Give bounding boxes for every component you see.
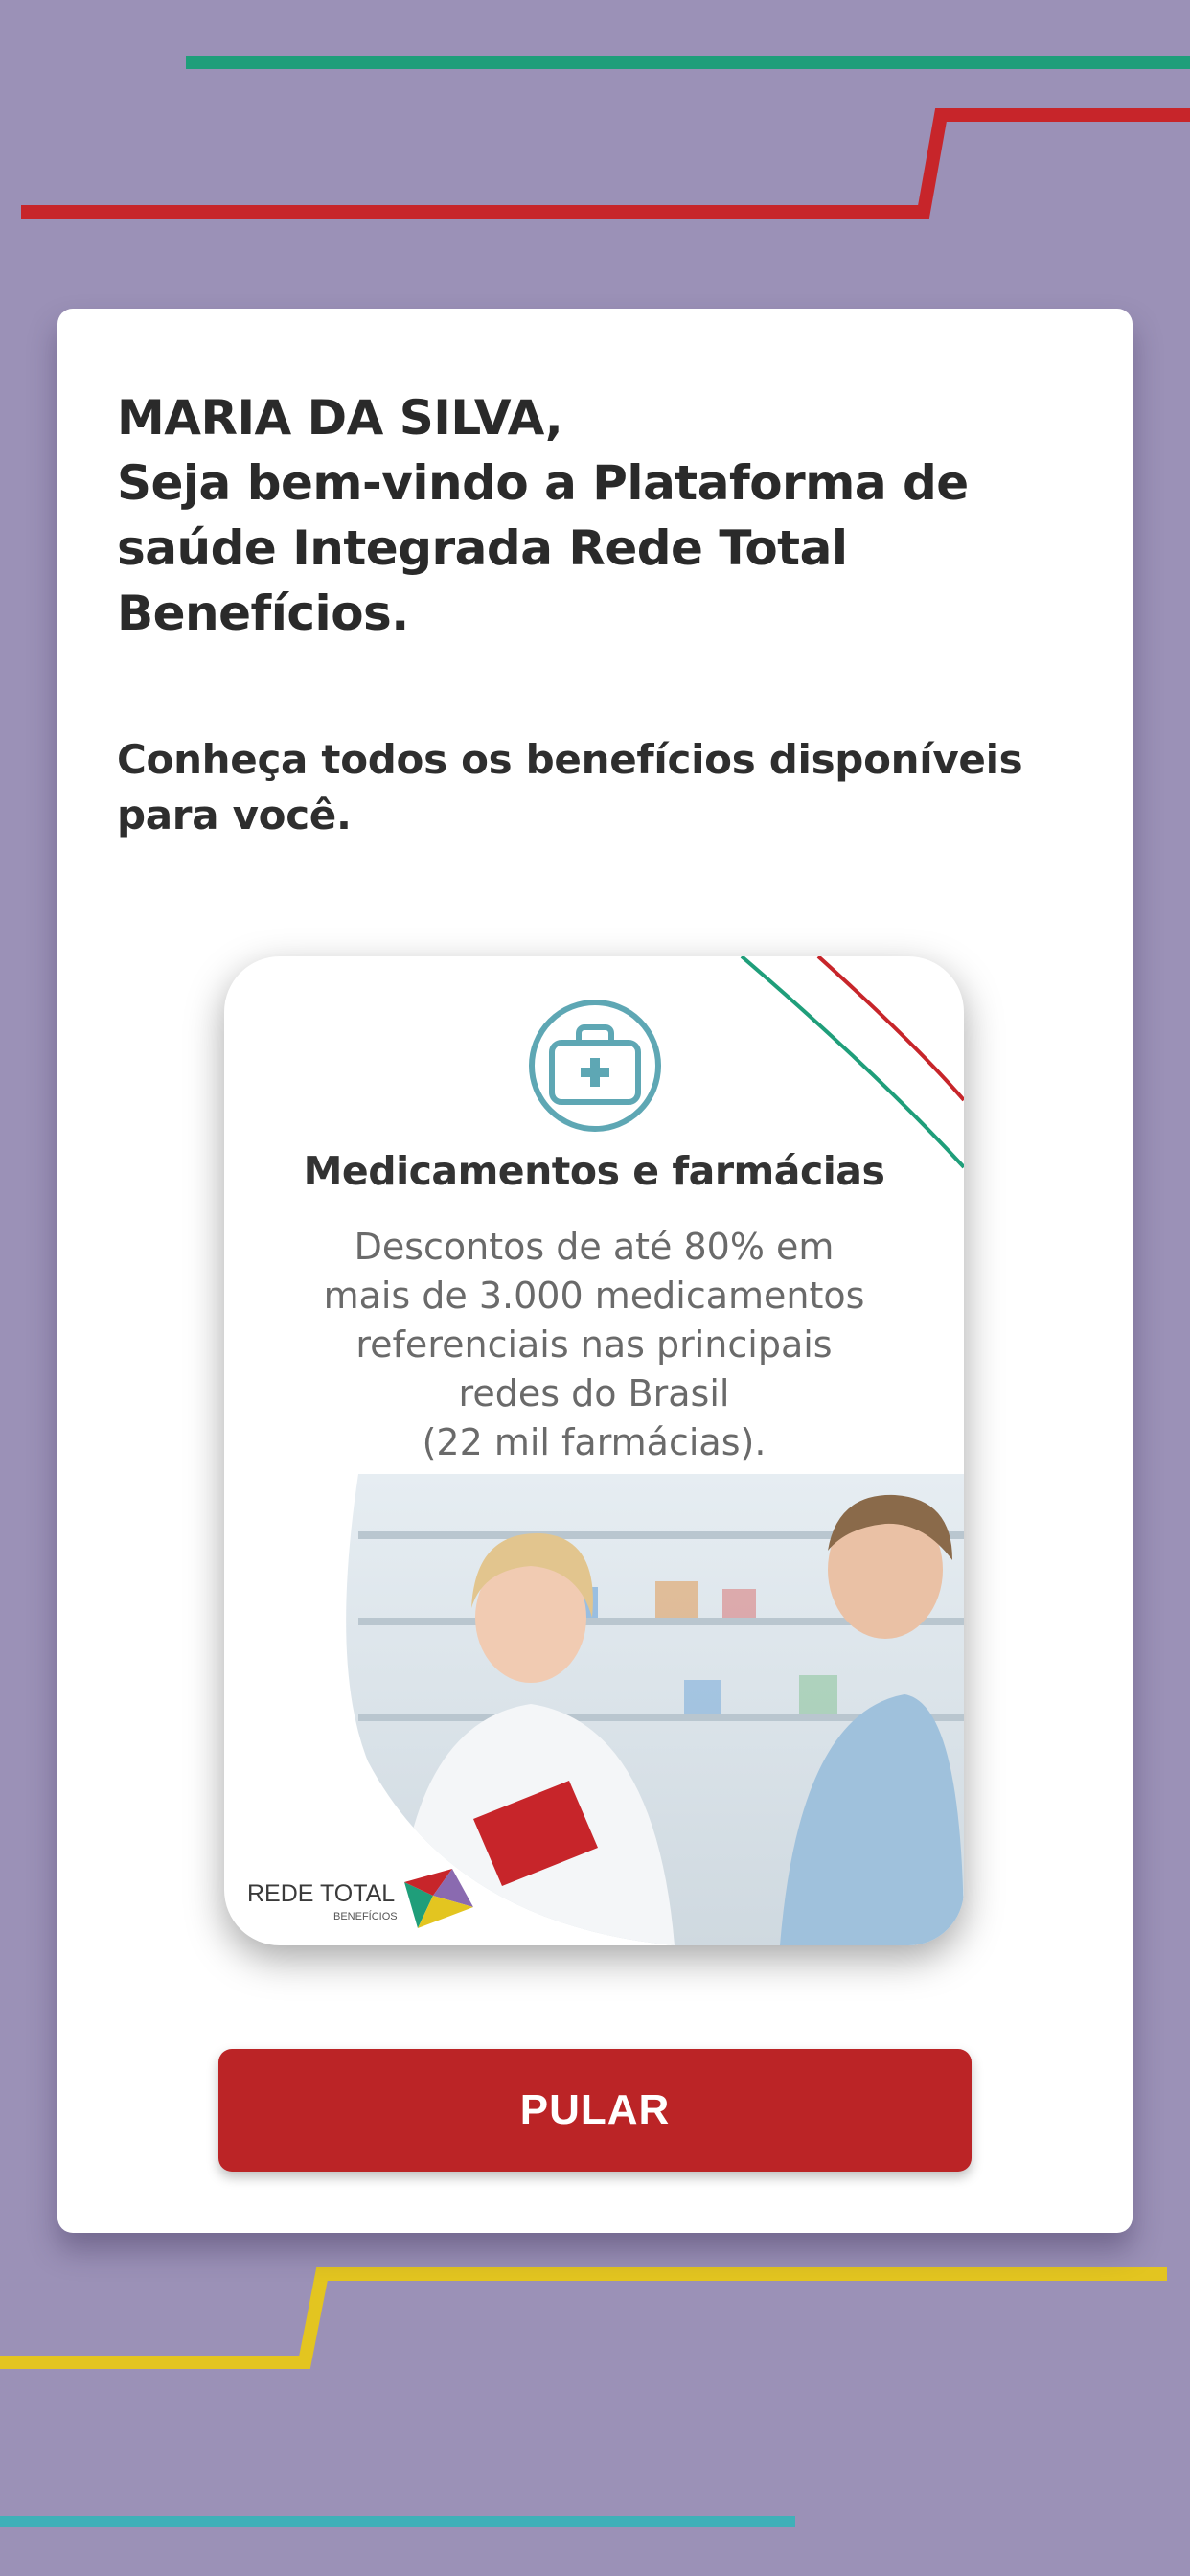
promo-desc-line-5: (22 mil farmácias). bbox=[422, 1421, 767, 1463]
promo-desc-line-1: Descontos de até 80% em bbox=[354, 1226, 835, 1268]
rede-total-logo: REDE TOTAL BENEFÍCIOS bbox=[247, 1869, 496, 1936]
logo-subtext: BENEFÍCIOS bbox=[333, 1911, 398, 1922]
skip-button[interactable]: PULAR bbox=[218, 2049, 972, 2172]
welcome-heading: MARIA DA SILVA, Seja bem-vindo a Platafo… bbox=[117, 385, 1075, 646]
welcome-line-1: Seja bem-vindo a Plataforma de bbox=[117, 455, 969, 511]
welcome-line-3: Benefícios. bbox=[117, 586, 409, 641]
promo-desc-line-2: mais de 3.000 medicamentos bbox=[323, 1275, 865, 1317]
welcome-card: MARIA DA SILVA, Seja bem-vindo a Platafo… bbox=[57, 309, 1133, 2233]
subtitle-line-1: Conheça todos os benefícios disponíveis bbox=[117, 736, 1023, 783]
promo-desc-line-3: referenciais nas principais bbox=[355, 1323, 833, 1366]
benefits-subtitle: Conheça todos os benefícios disponíveis … bbox=[117, 732, 1075, 843]
medical-kit-icon bbox=[529, 1000, 661, 1132]
subtitle-line-2: para você. bbox=[117, 792, 352, 839]
user-name: MARIA DA SILVA, bbox=[117, 390, 563, 446]
promo-description: Descontos de até 80% em mais de 3.000 me… bbox=[282, 1223, 906, 1467]
promo-title: Medicamentos e farmácias bbox=[303, 1148, 885, 1194]
logo-text: REDE TOTAL bbox=[247, 1880, 396, 1907]
welcome-line-2: saúde Integrada Rede Total bbox=[117, 520, 848, 576]
logo-mark-icon bbox=[404, 1869, 473, 1928]
promo-desc-line-4: redes do Brasil bbox=[458, 1372, 730, 1414]
benefit-promo-card[interactable]: Medicamentos e farmácias Descontos de at… bbox=[224, 956, 964, 1945]
